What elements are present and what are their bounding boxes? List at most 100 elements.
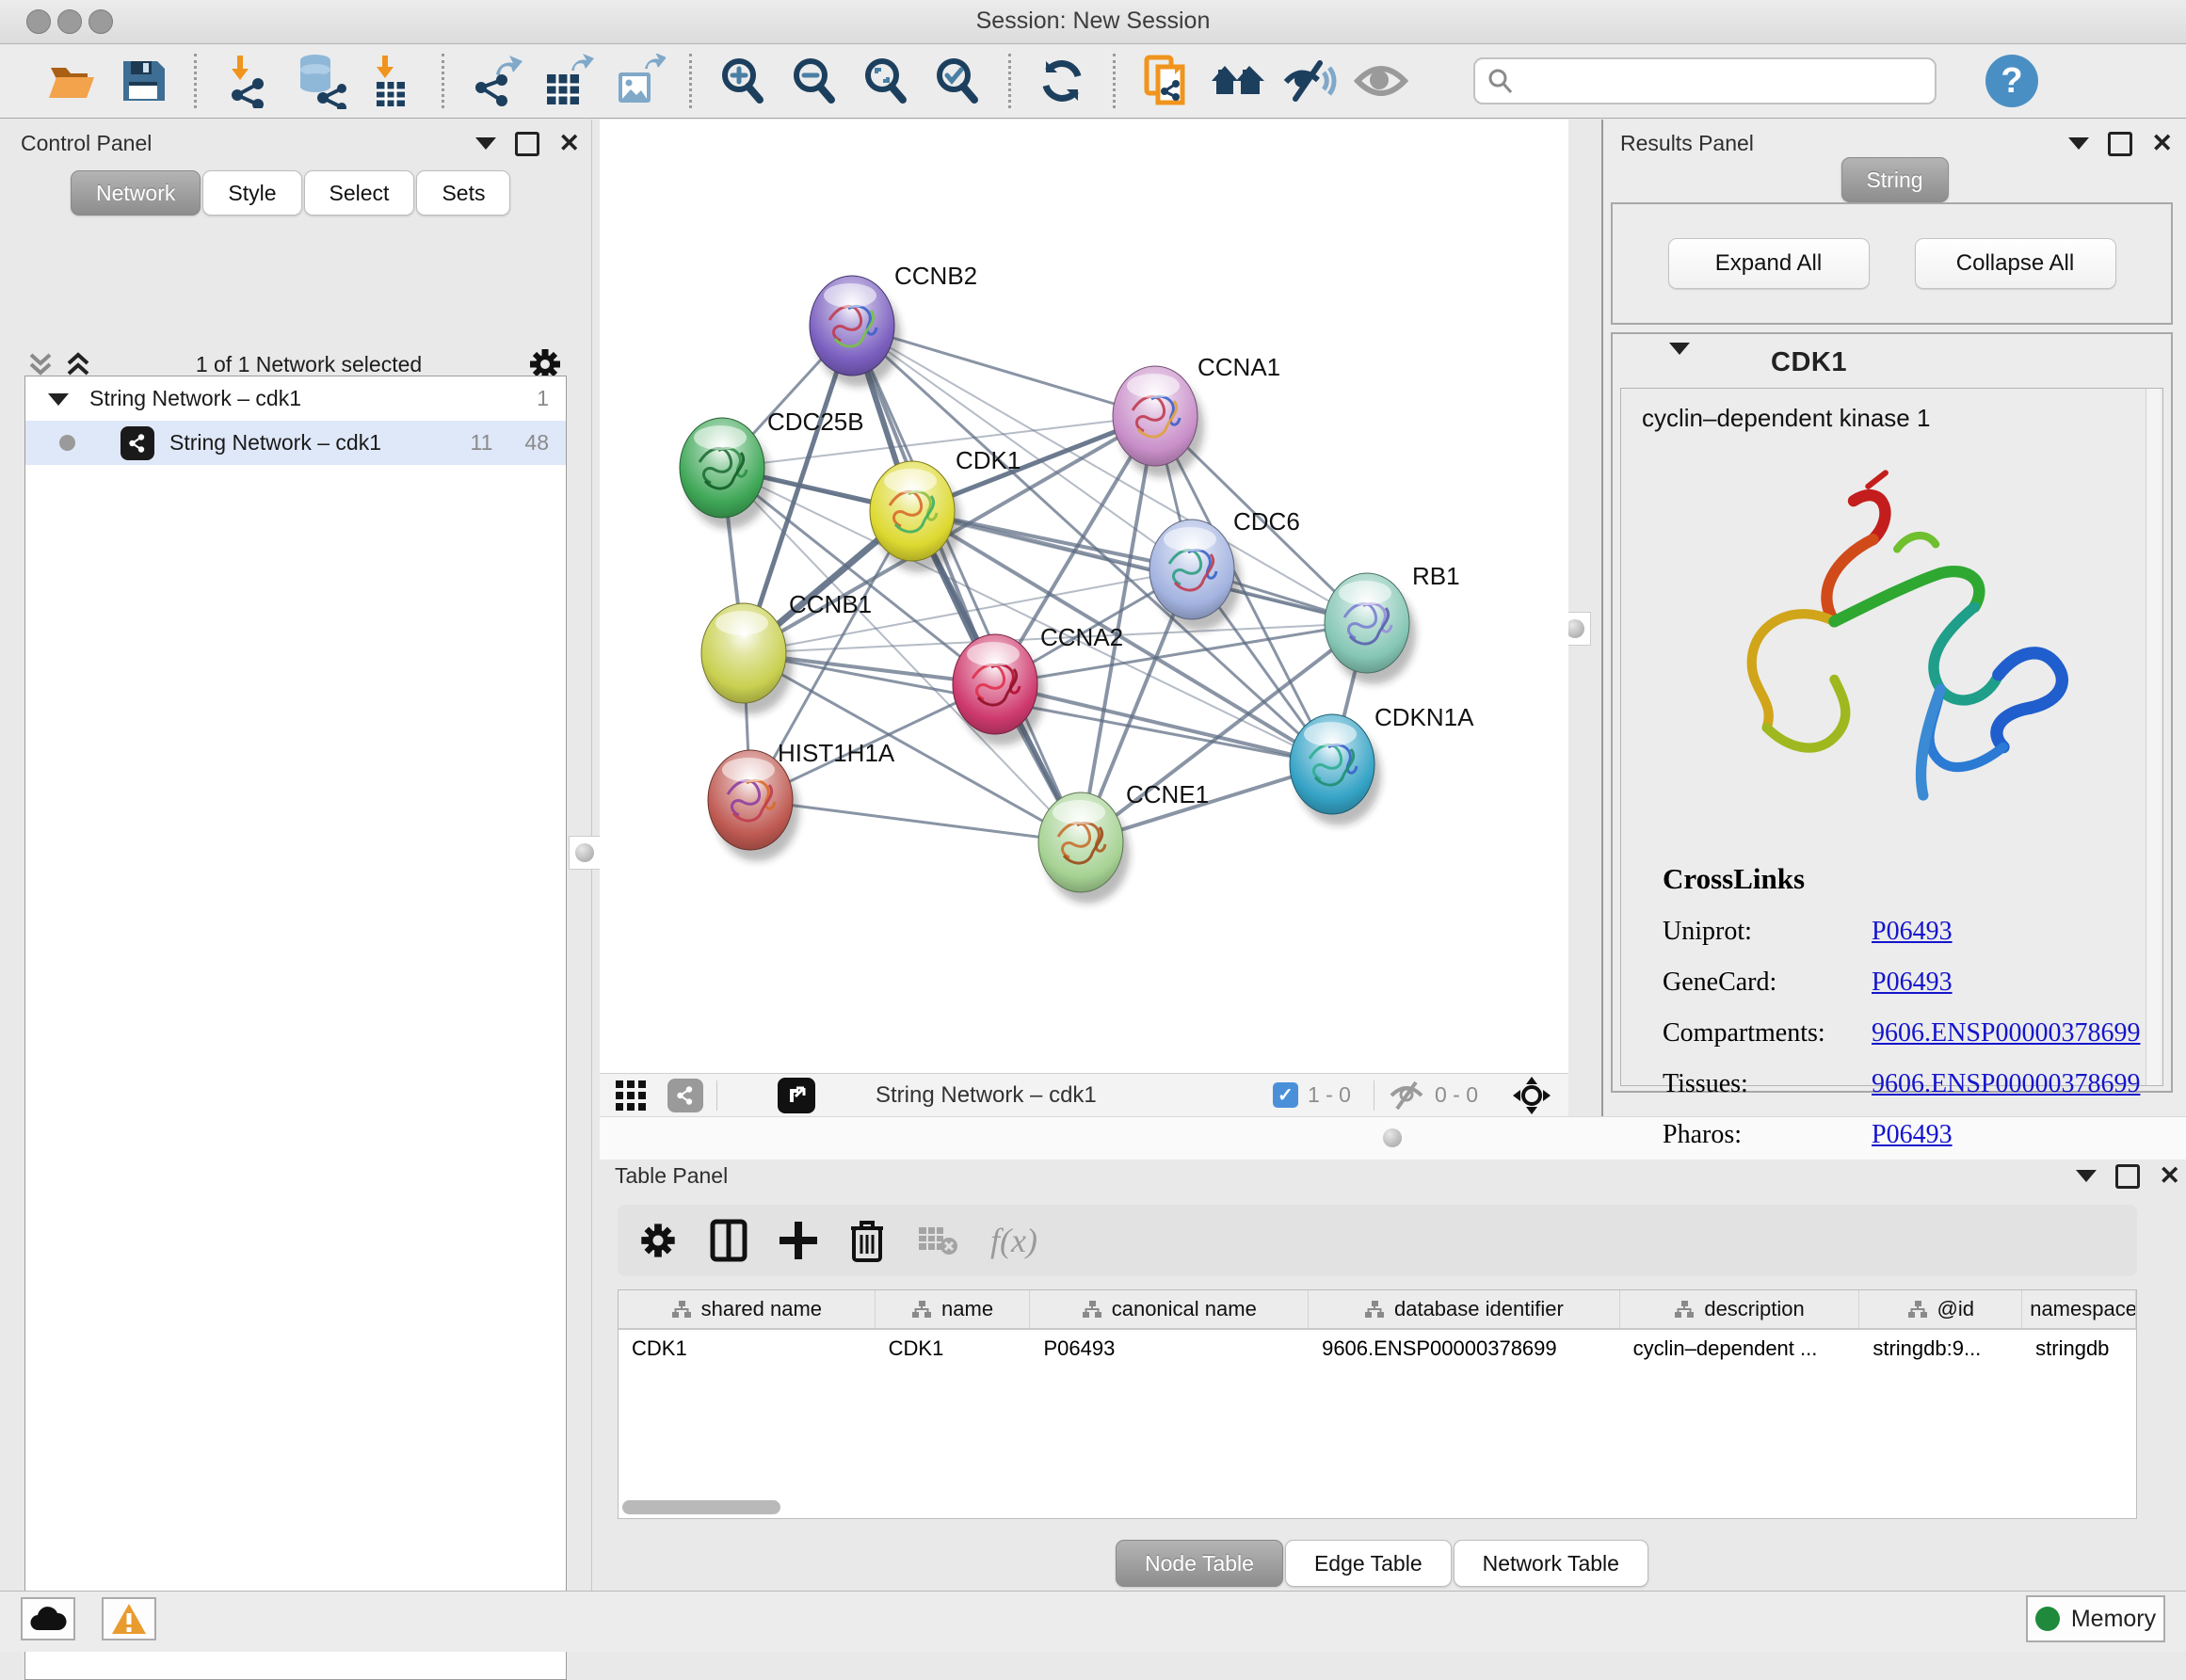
crosslink-link[interactable]: 9606.ENSP00000378699: [1872, 1018, 2140, 1048]
panel-float-icon[interactable]: [2108, 132, 2132, 156]
fit-selected-crosshair-icon[interactable]: [1512, 1076, 1551, 1115]
zoom-out-button[interactable]: [785, 52, 844, 110]
clone-network-button[interactable]: [1137, 52, 1196, 110]
network-node-rb1[interactable]: [1325, 573, 1416, 684]
crosslink-label: Compartments:: [1663, 1018, 1872, 1048]
hide-unselected-button[interactable]: [1280, 52, 1339, 110]
save-session-button[interactable]: [114, 52, 172, 110]
table-settings-gear-icon[interactable]: [638, 1221, 678, 1260]
results-scrollbar-track[interactable]: [2146, 389, 2161, 1085]
panel-close-icon[interactable]: ✕: [2159, 1161, 2180, 1191]
tab-network[interactable]: Network: [71, 170, 201, 216]
export-table-button[interactable]: [538, 52, 596, 110]
crosslink-link[interactable]: P06493: [1872, 917, 1953, 947]
panel-float-icon[interactable]: [2115, 1164, 2140, 1189]
memory-status-dot: [2035, 1607, 2060, 1631]
tab-select[interactable]: Select: [304, 170, 415, 216]
status-bar: Memory: [0, 1591, 2186, 1652]
hidden-eye-icon[interactable]: [1388, 1080, 1425, 1112]
left-splitter-handle[interactable]: [569, 836, 601, 870]
control-panel-title: Control Panel: [21, 131, 152, 156]
collapse-all-button[interactable]: Collapse All: [1915, 238, 2116, 289]
network-node-count: 11: [471, 430, 493, 456]
network-node-ccnb2[interactable]: [810, 276, 901, 387]
network-collection-row[interactable]: String Network – cdk1 1: [25, 376, 566, 421]
tab-node-table[interactable]: Node Table: [1116, 1540, 1283, 1587]
column-header-name[interactable]: name: [876, 1290, 1031, 1328]
expand-all-button[interactable]: Expand All: [1668, 238, 1870, 289]
collapse-all-networks-icon[interactable]: [28, 351, 53, 377]
tab-network-table[interactable]: Network Table: [1454, 1540, 1648, 1587]
memory-status-button[interactable]: Memory: [2026, 1595, 2165, 1642]
column-header-sharedname[interactable]: shared name: [619, 1290, 876, 1328]
network-node-cdk1[interactable]: [870, 461, 961, 572]
splitter-knob[interactable]: [1383, 1128, 1402, 1147]
column-header-namespace[interactable]: namespace: [2022, 1290, 2136, 1328]
table-horizontal-scrollbar[interactable]: [622, 1500, 780, 1514]
eye-slash-icon: [1282, 56, 1337, 106]
birdseye-view-icon[interactable]: [615, 1080, 647, 1112]
tab-string-results[interactable]: String: [1840, 157, 1948, 202]
network-node-cdc6[interactable]: [1149, 520, 1241, 631]
tab-style[interactable]: Style: [202, 170, 301, 216]
panel-float-icon[interactable]: [515, 132, 539, 156]
tab-edge-table[interactable]: Edge Table: [1285, 1540, 1452, 1587]
crosslink-link[interactable]: P06493: [1872, 1120, 1953, 1150]
search-input[interactable]: [1522, 67, 1935, 95]
panel-menu-icon[interactable]: [475, 137, 496, 150]
network-edge-count: 48: [524, 430, 549, 456]
crosslink-link[interactable]: P06493: [1872, 968, 1953, 998]
export-network-button[interactable]: [466, 52, 524, 110]
main-toolbar: ?: [0, 44, 2186, 119]
import-network-file-button[interactable]: [218, 52, 277, 110]
cloud-status-button[interactable]: [21, 1597, 75, 1640]
network-node-ccne1[interactable]: [1038, 792, 1130, 904]
import-table-file-button[interactable]: [362, 52, 420, 110]
add-column-icon[interactable]: [780, 1220, 817, 1261]
node-label-ccnb1: CCNB1: [789, 590, 872, 618]
panel-menu-icon[interactable]: [2068, 137, 2089, 150]
crosslink-link[interactable]: 9606.ENSP00000378699: [1872, 1069, 2140, 1099]
gene-description: cyclin–dependent kinase 1: [1621, 389, 2162, 433]
show-all-button[interactable]: [1352, 52, 1410, 110]
panel-menu-icon[interactable]: [2076, 1170, 2097, 1182]
network-view[interactable]: CCNB2CCNA1CDC25BCDK1CDC6RB1CCNB1CCNA2CDK…: [600, 120, 1568, 1116]
open-in-browser-button[interactable]: [778, 1078, 815, 1113]
panel-close-icon[interactable]: ✕: [2151, 129, 2173, 158]
column-header-databaseidentifier[interactable]: database identifier: [1309, 1290, 1620, 1328]
eye-icon: [1354, 57, 1408, 104]
column-header-id[interactable]: @id: [1859, 1290, 2022, 1328]
network-row[interactable]: String Network – cdk1 11 48: [25, 421, 566, 465]
selected-checkbox-icon[interactable]: ✓: [1273, 1082, 1298, 1108]
string-home-button[interactable]: [1209, 52, 1267, 110]
network-canvas[interactable]: CCNB2CCNA1CDC25BCDK1CDC6RB1CCNB1CCNA2CDK…: [600, 120, 1568, 1073]
table-row[interactable]: CDK1CDK1P064939606.ENSP00000378699cyclin…: [619, 1330, 2136, 1368]
search-box[interactable]: [1473, 57, 1937, 104]
refresh-button[interactable]: [1033, 52, 1091, 110]
warning-status-button[interactable]: [102, 1597, 156, 1640]
split-columns-icon[interactable]: [710, 1219, 747, 1262]
table-cell: 9606.ENSP00000378699: [1309, 1330, 1620, 1368]
tab-sets[interactable]: Sets: [416, 170, 510, 216]
zoom-selected-icon: [931, 55, 984, 107]
gene-section-collapse-icon[interactable]: [1669, 355, 1690, 372]
network-node-cdkn1a[interactable]: [1290, 714, 1381, 825]
delete-column-trash-icon[interactable]: [849, 1219, 885, 1262]
panel-close-icon[interactable]: ✕: [558, 129, 580, 158]
zoom-in-button[interactable]: [714, 52, 772, 110]
column-header-description[interactable]: description: [1620, 1290, 1860, 1328]
expand-all-networks-icon[interactable]: [66, 351, 90, 377]
open-session-button[interactable]: [42, 52, 101, 110]
column-header-canonicalname[interactable]: canonical name: [1030, 1290, 1309, 1328]
node-label-ccnb2: CCNB2: [894, 262, 977, 290]
zoom-fit-button[interactable]: [857, 52, 915, 110]
network-node-cdc25b[interactable]: [680, 418, 771, 529]
network-node-ccna2[interactable]: [953, 634, 1044, 745]
import-network-database-button[interactable]: [290, 52, 348, 110]
collection-expand-icon[interactable]: [48, 386, 69, 411]
export-image-button[interactable]: [609, 52, 667, 110]
help-button[interactable]: ?: [1985, 55, 2038, 107]
network-edge[interactable]: [750, 800, 1081, 842]
zoom-selected-button[interactable]: [928, 52, 987, 110]
string-badge-icon[interactable]: [667, 1079, 703, 1112]
